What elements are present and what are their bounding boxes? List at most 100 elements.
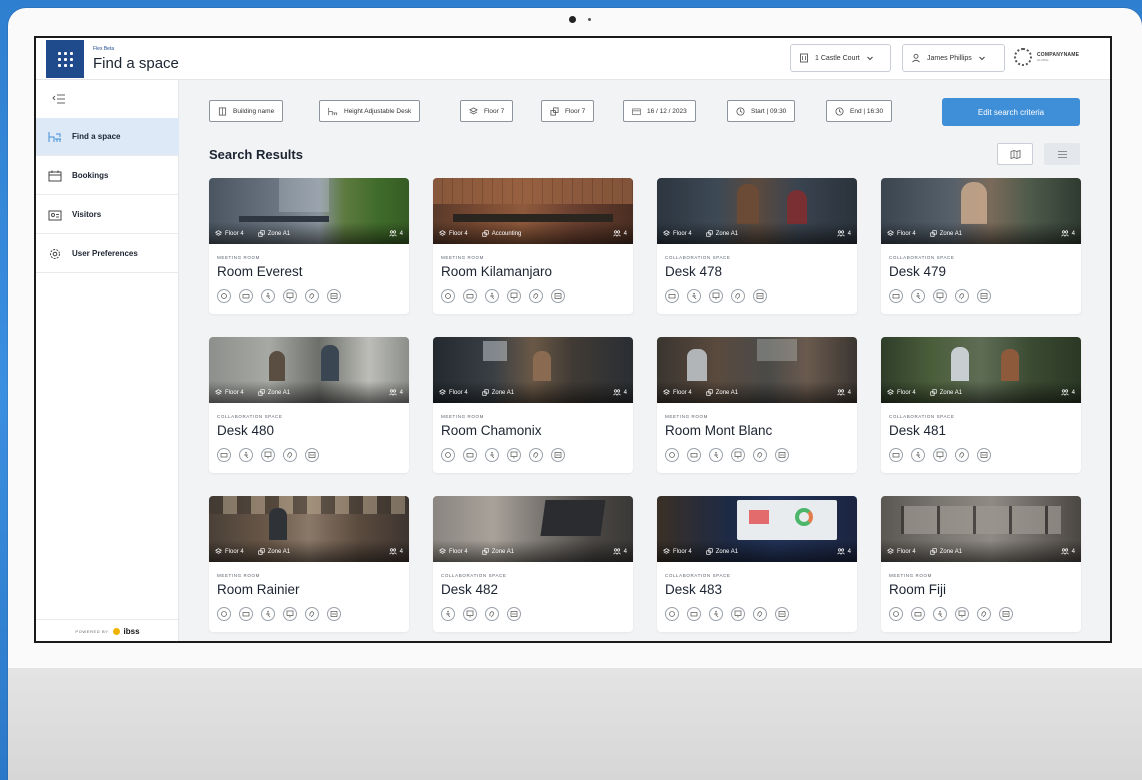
amenities	[665, 289, 767, 303]
filter-building-label: Building name	[233, 107, 275, 115]
capacity-icon	[388, 548, 397, 555]
building-selector[interactable]: 1 Castle Court	[790, 44, 891, 72]
space-card[interactable]: Floor 4 Zone A1 4 COLLABORATION SPACE Desk…	[881, 337, 1081, 473]
presentation-icon	[933, 448, 947, 462]
floor-icon	[215, 389, 222, 395]
filter-building[interactable]: Building name	[209, 100, 284, 122]
space-card[interactable]: Floor 4 Zone A1 4 COLLABORATION SPACE Desk…	[433, 496, 633, 632]
card-zone: Zone A1	[715, 230, 739, 237]
space-type: MEETING ROOM	[217, 573, 260, 578]
card-capacity: 4	[1071, 230, 1075, 237]
floor-icon	[887, 230, 894, 236]
space-card[interactable]: Floor 4 Zone A1 4 MEETING ROOM Room Fiji	[881, 496, 1081, 632]
space-type: COLLABORATION SPACE	[665, 573, 731, 578]
space-photo: Floor 4 Zone A1 4	[881, 337, 1081, 403]
screen-icon	[551, 448, 565, 462]
card-zone: Zone A1	[939, 389, 963, 396]
collapse-menu-icon[interactable]	[52, 94, 66, 104]
zone-icon	[482, 389, 489, 396]
space-type: COLLABORATION SPACE	[441, 573, 507, 578]
capacity-icon	[612, 548, 621, 555]
space-type: MEETING ROOM	[665, 414, 708, 419]
screen-icon	[327, 289, 341, 303]
accessible-icon	[911, 448, 925, 462]
filter-zone[interactable]: Floor 7	[541, 100, 595, 122]
space-card[interactable]: Floor 4 Zone A1 4 COLLABORATION SPACE Desk…	[209, 337, 409, 473]
space-card[interactable]: Floor 4 Zone A1 4 COLLABORATION SPACE Desk…	[881, 178, 1081, 314]
list-view-button[interactable]	[1044, 143, 1080, 165]
chevron-down-icon	[978, 56, 985, 61]
filter-floor-label: Floor 7	[484, 107, 505, 115]
card-zone: Zone A1	[491, 548, 515, 555]
space-card[interactable]: Floor 4 Zone A1 4 COLLABORATION SPACE Desk…	[657, 178, 857, 314]
edit-search-criteria-button[interactable]: Edit search criteria	[942, 98, 1080, 126]
space-photo: Floor 4 Zone A1 4	[657, 496, 857, 562]
user-menu[interactable]: James Phillips	[902, 44, 1005, 72]
camera-icon	[569, 16, 576, 23]
space-card[interactable]: Floor 4 Zone A1 4 MEETING ROOM Room Rainie…	[209, 496, 409, 632]
hearing-loop-icon	[283, 448, 297, 462]
sidebar-item-user-preferences[interactable]: User Preferences	[36, 235, 179, 273]
card-floor: Floor 4	[449, 389, 468, 396]
app-launcher-button[interactable]	[46, 40, 84, 78]
card-floor: Floor 4	[897, 230, 916, 237]
space-photo: Floor 4 Zone A1 4	[209, 178, 409, 244]
card-floor: Floor 4	[449, 230, 468, 237]
filter-space-type[interactable]: Height Adjustable Desk	[319, 100, 421, 122]
presentation-icon	[731, 607, 745, 621]
sidebar-item-find-a-space[interactable]: Find a space	[36, 118, 179, 156]
space-photo: Floor 4 Zone A1 4	[209, 337, 409, 403]
filter-floor[interactable]: Floor 7	[460, 100, 514, 122]
space-card[interactable]: Floor 4 Zone A1 4 MEETING ROOM Room Mont B…	[657, 337, 857, 473]
chevron-down-icon	[866, 56, 873, 61]
filter-date[interactable]: 16 / 12 / 2023	[623, 100, 696, 122]
zone-icon	[258, 389, 265, 396]
capacity-icon	[1060, 389, 1069, 396]
app-name: Flex Beta	[93, 46, 115, 52]
powered-by: POWERED BY ibss	[36, 619, 179, 641]
screen-icon	[775, 607, 789, 621]
amenities	[441, 289, 565, 303]
filter-start-time[interactable]: Start | 09:30	[727, 100, 796, 122]
camera-icon	[217, 448, 231, 462]
presentation-icon	[463, 607, 477, 621]
map-view-button[interactable]	[997, 143, 1033, 165]
space-card[interactable]: Floor 4 Zone A1 4 COLLABORATION SPACE Desk…	[657, 496, 857, 632]
page-title: Find a space	[93, 55, 179, 72]
camera-icon	[239, 289, 253, 303]
camera-icon	[665, 289, 679, 303]
space-type: COLLABORATION SPACE	[889, 255, 955, 260]
floor-icon	[439, 230, 446, 236]
catering-icon	[217, 607, 231, 621]
calendar-icon	[632, 108, 641, 115]
presentation-icon	[283, 607, 297, 621]
catering-icon	[441, 448, 455, 462]
floor-icon	[439, 389, 446, 395]
card-capacity: 4	[623, 548, 627, 555]
space-name: Room Kilamanjaro	[441, 264, 553, 279]
card-capacity: 4	[847, 230, 851, 237]
sidebar-item-bookings[interactable]: Bookings	[36, 157, 179, 195]
presentation-icon	[933, 289, 947, 303]
clock-icon	[835, 106, 844, 116]
space-card[interactable]: Floor 4 Zone A1 4 MEETING ROOM Room Chamon…	[433, 337, 633, 473]
hearing-loop-icon	[753, 448, 767, 462]
floor-icon	[887, 548, 894, 554]
space-photo: Floor 4 Zone A1 4	[881, 178, 1081, 244]
space-photo: Floor 4 Zone A1 4	[433, 337, 633, 403]
hearing-loop-icon	[485, 607, 499, 621]
card-zone: Zone A1	[939, 230, 963, 237]
space-card[interactable]: Floor 4 Zone A1 4 MEETING ROOM Room Everes…	[209, 178, 409, 314]
space-card[interactable]: Floor 4 Accounting 4 MEETING ROOM Room Kil…	[433, 178, 633, 314]
filter-end-time[interactable]: End | 16:30	[826, 100, 893, 122]
sidebar-item-label: Bookings	[72, 171, 109, 180]
catering-icon	[665, 448, 679, 462]
space-name: Desk 481	[889, 423, 947, 438]
sidebar-item-visitors[interactable]: Visitors	[36, 196, 179, 234]
presentation-icon	[261, 448, 275, 462]
amenities	[889, 448, 991, 462]
space-name: Desk 479	[889, 264, 947, 279]
screen-icon	[305, 448, 319, 462]
filter-start-label: Start | 09:30	[751, 107, 787, 115]
space-type: MEETING ROOM	[889, 573, 932, 578]
